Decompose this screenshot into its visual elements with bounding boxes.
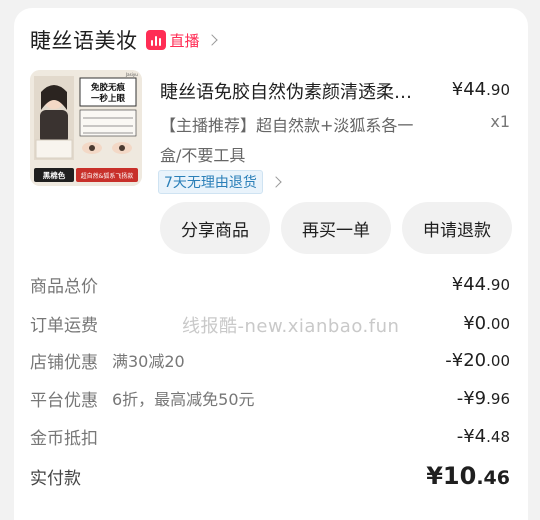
refund-button[interactable]: 申请退款 [402,202,512,254]
summary-label: 商品总价 [30,276,98,297]
return-policy-tag[interactable]: 7天无理由退货 [158,170,282,194]
chevron-right-icon [270,176,282,188]
watermark: 线报酷-new.xianbao.fun [182,316,400,337]
summary-label: 店铺优惠 [30,352,98,373]
live-badge[interactable]: 直播 [145,30,200,51]
live-label: 直播 [169,31,200,50]
summary-label: 实付款 [30,468,81,489]
chevron-right-icon [205,34,218,46]
product-price: ¥44.90 [451,79,510,100]
summary-label: 订单运费 [30,315,98,336]
summary-shop-discount: 店铺优惠 满30减20 -¥20.00 [30,347,510,373]
summary-amount: -¥4.48 [456,425,510,447]
rebuy-button[interactable]: 再买一单 [281,202,391,254]
svg-text:Jasiyu: Jasiyu [125,72,138,77]
svg-text:超自然&狐系飞扬款: 超自然&狐系飞扬款 [81,172,134,180]
order-card: 睫丝语美妆 直播 免胶无痕 一秒上眼 Jasiyu 黑棉色 超自然&狐系飞扬款 … [14,8,528,520]
shop-header[interactable]: 睫丝语美妆 直播 [30,25,218,55]
summary-amount: -¥9.96 [456,387,510,409]
summary-label: 平台优惠 [30,390,98,411]
summary-detail: 满30减20 [112,352,185,371]
summary-paid: 实付款 ¥10.46 [30,460,510,492]
svg-text:免胶无痕: 免胶无痕 [91,82,126,93]
summary-platform-discount: 平台优惠 6折，最高减免50元 -¥9.96 [30,385,510,411]
product-variant: 【主播推荐】超自然款+淡狐系各一盒/不要工具 [160,116,414,165]
summary-amount: ¥44.90 [451,273,510,295]
product-title[interactable]: 睫丝语免胶自然伪素颜清透柔… [160,78,450,104]
summary-amount: ¥10.46 [426,462,510,490]
svg-text:一秒上眼: 一秒上眼 [91,93,126,104]
product-thumbnail[interactable]: 免胶无痕 一秒上眼 Jasiyu 黑棉色 超自然&狐系飞扬款 [30,70,142,186]
return-policy-label: 7天无理由退货 [158,170,263,194]
shop-name[interactable]: 睫丝语美妆 [30,25,138,55]
summary-amount: -¥20.00 [445,349,510,371]
product-quantity: x1 [490,112,510,131]
live-bars-icon [145,30,166,50]
share-product-button[interactable]: 分享商品 [160,202,270,254]
summary-coins: 金币抵扣 -¥4.48 [30,423,510,449]
svg-text:黑棉色: 黑棉色 [43,170,66,180]
product-image: 免胶无痕 一秒上眼 Jasiyu 黑棉色 超自然&狐系飞扬款 [30,70,142,186]
summary-items-total: 商品总价 ¥44.90 [30,271,510,297]
summary-detail: 6折，最高减免50元 [112,390,255,409]
summary-label: 金币抵扣 [30,428,98,449]
summary-amount: ¥0.00 [463,312,510,334]
